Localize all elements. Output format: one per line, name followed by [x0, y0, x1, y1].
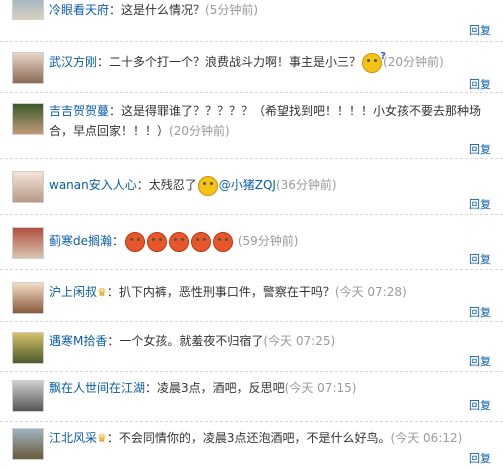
username-link[interactable]: 飘在人世间在江湖	[49, 381, 145, 395]
comment-text: 飘在人世间在江湖：凌晨3点，酒吧，反思吧(今天 07:15)	[49, 381, 357, 395]
comment-content: 一个女孩。就羞夜不归宿了	[119, 334, 264, 348]
comment-text: 沪上闲叔♛：扒下内裤，恶性刑事口件，警察在干吗？(今天 07:28)	[49, 285, 407, 299]
username-link[interactable]: 吉吉贺贺蔓	[49, 104, 109, 118]
reply-link[interactable]: 回复	[469, 76, 491, 92]
comment-time: (今天 07:15)	[284, 381, 357, 395]
username-link[interactable]: 武汉方刚	[49, 55, 97, 69]
angry-emoticon-icon	[213, 231, 234, 252]
username-link[interactable]: 江北风采	[49, 431, 97, 445]
question-emoticon-icon: ?	[362, 51, 386, 73]
comment-text: 蓟寒de搁瀚： (59分钟前)	[49, 231, 489, 252]
comment-item: 飘在人世间在江湖：凌晨3点，酒吧，反思吧(今天 07:15) 回复	[0, 372, 503, 422]
username-link[interactable]: wanan安入人心	[49, 178, 137, 192]
reply-link[interactable]: 回复	[469, 397, 491, 413]
comment-item: wanan安入人心：太残忍了 @小猪ZQJ(36分钟前) 回复	[0, 159, 503, 215]
angry-emoticon-icon	[191, 231, 212, 252]
angry-emoticon-icon	[125, 231, 146, 252]
comment-time: (今天 07:25)	[263, 334, 336, 348]
comment-time: (5分钟前)	[205, 3, 259, 17]
reply-link[interactable]: 回复	[469, 22, 491, 38]
comment-text: 冷眼看天府：这是什么情况？(5分钟前)	[49, 3, 259, 17]
username-link[interactable]: 冷眼看天府	[49, 3, 109, 17]
crown-icon: ♛	[97, 286, 107, 299]
comment-item: 蓟寒de搁瀚： (59分钟前) 回复	[0, 215, 503, 270]
username-link[interactable]: 沪上闲叔	[49, 285, 97, 299]
comment-item: 江北风采♛：不会同情你的，凌晨3点还泡酒吧，不是什么好鸟。(今天 06:12) …	[0, 422, 503, 470]
comment-content: 不会同情你的，凌晨3点还泡酒吧，不是什么好鸟。	[118, 431, 391, 445]
avatar[interactable]	[12, 380, 44, 412]
comment-time: (今天 07:28)	[334, 285, 407, 299]
avatar[interactable]	[12, 52, 44, 84]
comment-content: 二十多个打一个？浪费战斗力啊！事主是小三？	[109, 55, 362, 69]
comment-item: 吉吉贺贺蔓：这是得罪谁了？？？？？（希望找到吧！！！！小女孩不要去那种场合，早点…	[0, 93, 503, 159]
angry-emoticon-icon	[169, 231, 190, 252]
comment-item: 冷眼看天府：这是什么情况？(5分钟前) 回复	[0, 0, 503, 42]
comment-text: 吉吉贺贺蔓：这是得罪谁了？？？？？（希望找到吧！！！！小女孩不要去那种场合，早点…	[49, 104, 482, 138]
comment-text: wanan安入人心：太残忍了 @小猪ZQJ(36分钟前)	[49, 175, 489, 196]
sad-emoticon-icon	[197, 175, 218, 196]
comment-time: (20分钟前)	[383, 55, 444, 69]
comment-content: 凌晨3点，酒吧，反思吧	[157, 381, 285, 395]
comment-text: 遇寒M拾香：一个女孩。就羞夜不归宿了(今天 07:25)	[49, 334, 336, 348]
comment-content: 太残忍了	[148, 178, 197, 192]
avatar[interactable]	[12, 428, 44, 460]
avatar[interactable]	[12, 103, 44, 135]
reply-link[interactable]: 回复	[469, 251, 491, 267]
comment-content: 这是什么情况？	[121, 3, 206, 17]
avatar[interactable]	[12, 332, 44, 364]
avatar[interactable]	[12, 282, 44, 314]
comment-content: 这是得罪谁了？？？？？（希望找到吧！！！！小女孩不要去那种场合，早点回家！！！）	[49, 104, 482, 138]
reply-link[interactable]: 回复	[469, 196, 491, 212]
comment-time: (36分钟前)	[275, 178, 337, 192]
angry-emoticon-icon	[147, 231, 168, 252]
reply-link[interactable]: 回复	[469, 353, 491, 369]
comment-item: 沪上闲叔♛：扒下内裤，恶性刑事口件，警察在干吗？(今天 07:28) 回复	[0, 270, 503, 322]
avatar[interactable]	[12, 0, 44, 20]
comment-time: (今天 06:12)	[390, 431, 463, 445]
crown-icon: ♛	[97, 432, 107, 445]
mention-link[interactable]: @小猪ZQJ	[219, 178, 276, 192]
avatar[interactable]	[12, 227, 44, 259]
username-link[interactable]: 遇寒M拾香	[49, 334, 107, 348]
reply-link[interactable]: 回复	[469, 304, 491, 320]
avatar[interactable]	[12, 171, 44, 203]
reply-link[interactable]: 回复	[469, 450, 491, 466]
comment-item: 武汉方刚：二十多个打一个？浪费战斗力啊！事主是小三？? (20分钟前) 回复	[0, 42, 503, 93]
username-link[interactable]: 蓟寒de搁瀚	[49, 234, 112, 248]
comment-text: 江北风采♛：不会同情你的，凌晨3点还泡酒吧，不是什么好鸟。(今天 06:12)	[49, 431, 463, 445]
comment-time: (59分钟前)	[237, 234, 299, 248]
comment-time: (20分钟前)	[169, 124, 230, 138]
comment-content: 扒下内裤，恶性刑事口件，警察在干吗？	[118, 285, 335, 299]
comment-text: 武汉方刚：二十多个打一个？浪费战斗力啊！事主是小三？? (20分钟前)	[49, 51, 489, 73]
reply-link[interactable]: 回复	[469, 141, 491, 157]
comment-item: 遇寒M拾香：一个女孩。就羞夜不归宿了(今天 07:25) 回复	[0, 322, 503, 372]
